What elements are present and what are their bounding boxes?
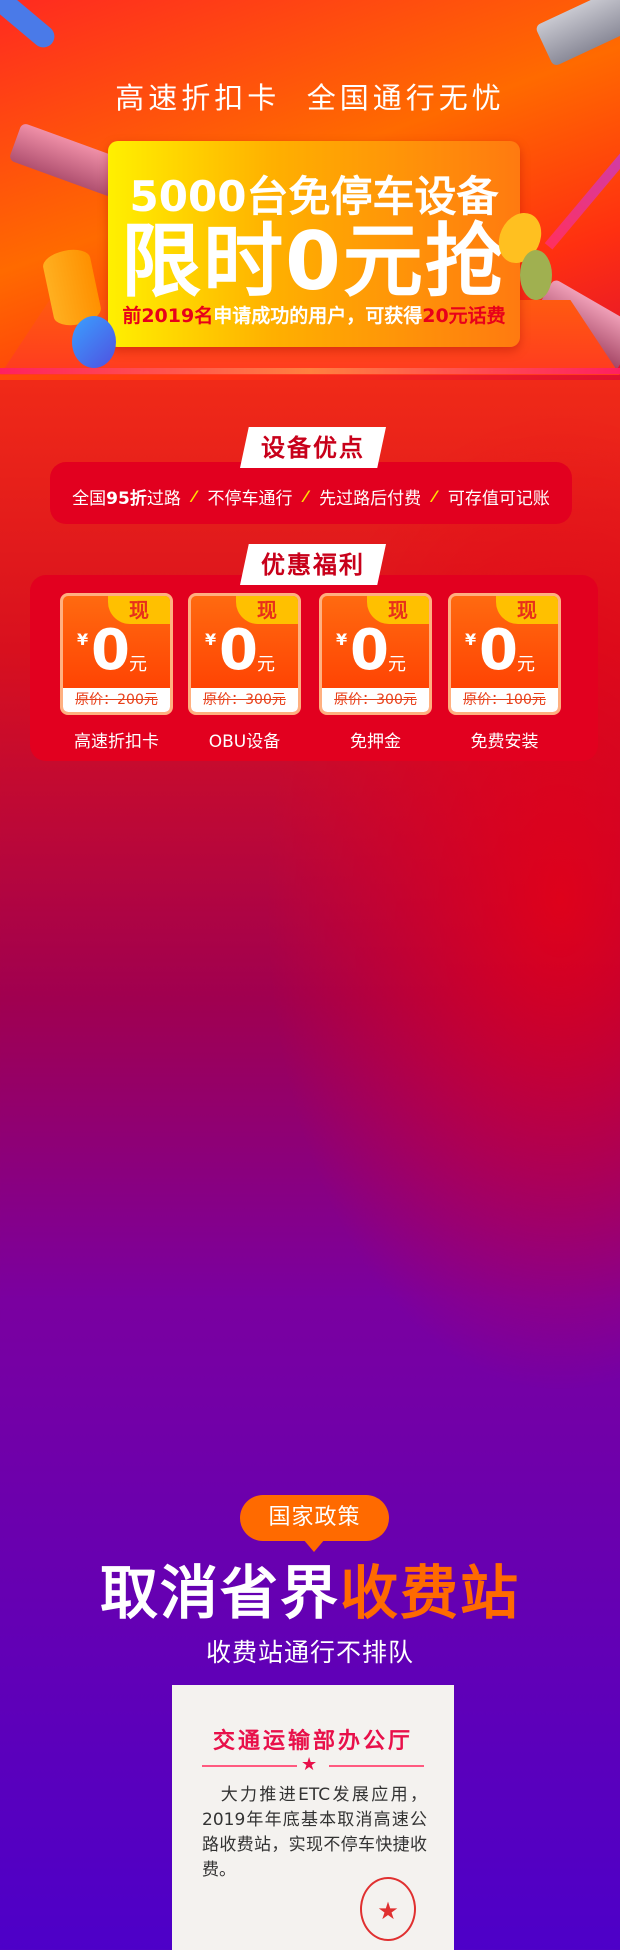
policy-bubble: 国家政策	[240, 1495, 389, 1541]
advantage-item: 先过路后付费	[319, 489, 422, 509]
stage-edge	[0, 368, 620, 374]
divider-icon: ⁄	[192, 487, 196, 506]
hero-subline: 前2019名申请成功的用户，可获得20元话费	[108, 301, 520, 328]
benefit-label: 免押金	[350, 732, 401, 752]
decor-blob-green	[520, 250, 552, 300]
price-unit: 元	[388, 654, 406, 675]
price: 0	[219, 618, 258, 683]
benefit-label: 高速折扣卡	[74, 732, 159, 752]
headline-orange: 收费站	[340, 1559, 521, 1627]
divider-icon: ⁄	[304, 487, 308, 506]
divider-line	[202, 1765, 297, 1767]
advantage-item: 全国95折过路	[72, 489, 181, 509]
original-price: 原价：200元	[63, 688, 170, 712]
benefit-card[interactable]: 现 ¥ 0 元 原价：200元	[60, 593, 173, 715]
headline-white: 取消省界	[99, 1559, 340, 1627]
decor-blob-blue	[72, 316, 116, 368]
policy-headline: 取消省界收费站	[0, 1560, 620, 1626]
hero-count: 前2019名	[122, 305, 214, 327]
divider-line	[329, 1765, 424, 1767]
benefit-card[interactable]: 现 ¥ 0 元 原价：300元	[319, 593, 432, 715]
currency-symbol: ¥	[465, 630, 477, 649]
price: 0	[91, 618, 130, 683]
hero-banner: 5000台免停车设备 限时0元抢 前2019名申请成功的用户，可获得20元话费	[108, 141, 520, 347]
price: 0	[479, 618, 518, 683]
document-title: 交通运输部办公厅	[212, 1728, 413, 1754]
hero-subtext: 申请成功的用户，可获得	[213, 305, 423, 327]
price-unit: 元	[129, 654, 147, 675]
policy-document: 交通运输部办公厅 ★ 大力推进ETC发展应用，2019年年底基本取消高速公路收费…	[172, 1685, 454, 1950]
benefit-card[interactable]: 现 ¥ 0 元 原价：300元	[188, 593, 301, 715]
document-body: 大力推进ETC发展应用，2019年年底基本取消高速公路收费站，实现不停车快捷收费…	[202, 1785, 427, 1880]
price-unit: 元	[257, 654, 275, 675]
bubble-tail	[303, 1539, 325, 1552]
price: 0	[350, 618, 389, 683]
currency-symbol: ¥	[77, 630, 89, 649]
star-icon: ★	[301, 1754, 318, 1775]
policy-subtitle: 收费站通行不排队	[205, 1638, 414, 1667]
original-price: 原价：100元	[451, 688, 558, 712]
advantage-item: 可存值可记账	[447, 489, 550, 509]
price-unit: 元	[517, 654, 535, 675]
currency-symbol: ¥	[336, 630, 348, 649]
benefit-label: OBU设备	[208, 732, 281, 752]
benefit-label: 免费安装	[470, 732, 539, 752]
divider-icon: ⁄	[433, 487, 436, 506]
hero-bonus: 20元话费	[422, 305, 506, 327]
seal-star-icon: ★	[377, 1897, 399, 1925]
original-price: 原价：300元	[191, 688, 298, 712]
benefit-card[interactable]: 现 ¥ 0 元 原价：100元	[448, 593, 561, 715]
original-price: 原价：300元	[322, 688, 429, 712]
advantages-panel: 全国95折过路 ⁄ 不停车通行 ⁄ 先过路后付费 ⁄ 可存值可记账	[50, 462, 572, 524]
hero-offer: 限时0元抢	[121, 215, 507, 308]
advantages-list: 全国95折过路 ⁄ 不停车通行 ⁄ 先过路后付费 ⁄ 可存值可记账	[50, 484, 572, 509]
benefits-heading: 优惠福利	[240, 544, 386, 585]
page-title: 高速折扣卡 全国通行无忧	[115, 81, 505, 115]
advantages-heading: 设备优点	[240, 427, 386, 468]
official-seal-icon: ★	[360, 1877, 416, 1941]
advantage-item: 不停车通行	[207, 489, 293, 509]
hero-headline: 5000台免停车设备	[129, 172, 499, 221]
currency-symbol: ¥	[205, 630, 217, 649]
